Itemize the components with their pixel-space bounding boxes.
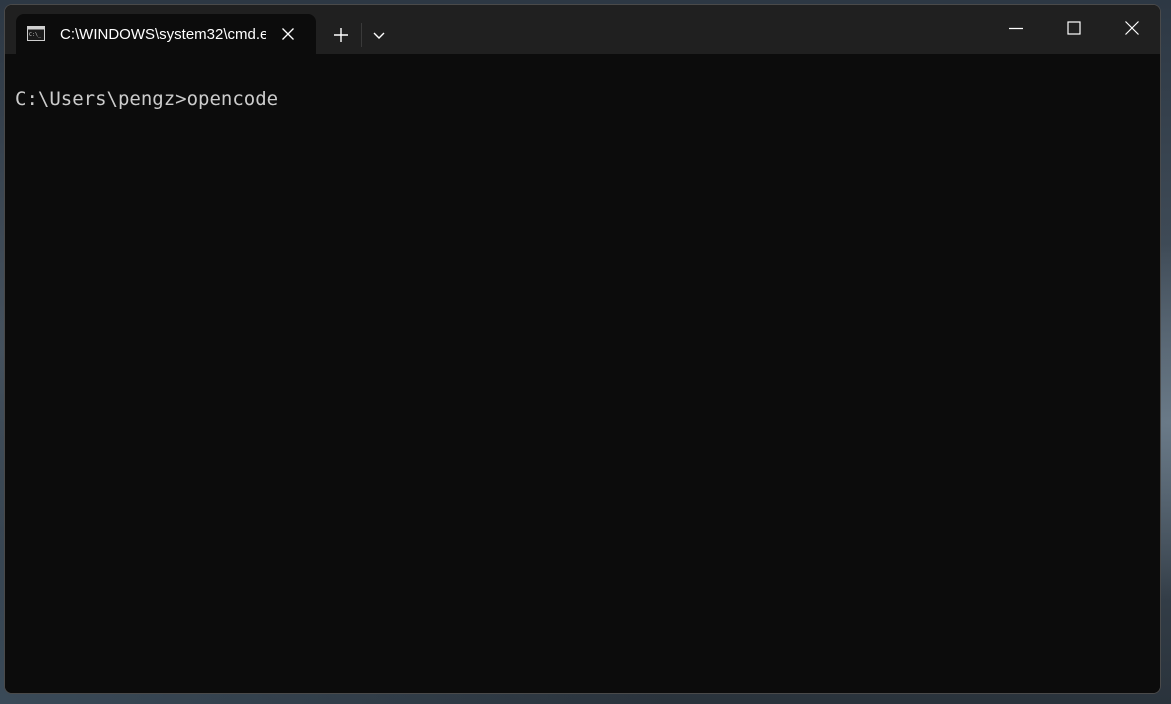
title-bar[interactable]: C:\_ C:\WINDOWS\system32\cmd.e <box>5 5 1160 54</box>
maximize-button[interactable] <box>1045 5 1103 51</box>
chevron-down-icon[interactable] <box>366 22 392 48</box>
close-icon <box>1125 21 1139 35</box>
tab-cmd[interactable]: C:\_ C:\WINDOWS\system32\cmd.e <box>16 14 316 54</box>
svg-text:C:\_: C:\_ <box>29 32 42 38</box>
maximize-icon <box>1067 21 1081 35</box>
close-window-button[interactable] <box>1103 5 1160 51</box>
minimize-button[interactable] <box>987 5 1045 51</box>
command-line: C:\Users\pengz>opencode <box>15 88 279 110</box>
minimize-icon <box>1009 27 1023 30</box>
tab-separator <box>361 23 362 47</box>
tab-title: C:\WINDOWS\system32\cmd.e <box>60 26 266 43</box>
close-icon[interactable] <box>278 24 298 44</box>
terminal-output[interactable]: C:\Users\pengz>opencode <box>5 54 1160 693</box>
cmd-icon: C:\_ <box>27 26 45 41</box>
new-tab-button[interactable] <box>326 22 356 48</box>
terminal-window: C:\_ C:\WINDOWS\system32\cmd.e C:\Users\… <box>4 4 1161 694</box>
